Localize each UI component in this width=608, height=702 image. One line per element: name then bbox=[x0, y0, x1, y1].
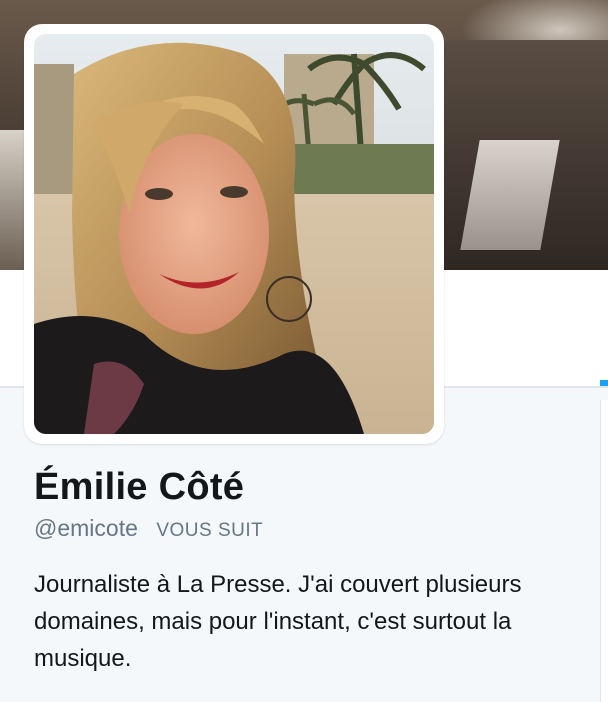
profile-name[interactable]: Émilie Côté bbox=[34, 466, 244, 509]
profile-avatar[interactable] bbox=[34, 34, 434, 434]
follows-you-badge: VOUS SUIT bbox=[156, 520, 264, 541]
profile-bio: Journaliste à La Presse. J'ai couvert pl… bbox=[34, 571, 522, 672]
side-column-edge bbox=[600, 400, 608, 702]
avatar-photo bbox=[34, 34, 434, 434]
profile-avatar-frame[interactable] bbox=[24, 24, 444, 444]
profile-handle-row: @emicote VOUS SUIT bbox=[34, 515, 263, 542]
profile-handle[interactable]: @emicote bbox=[34, 515, 138, 541]
active-tab-indicator bbox=[600, 380, 608, 386]
